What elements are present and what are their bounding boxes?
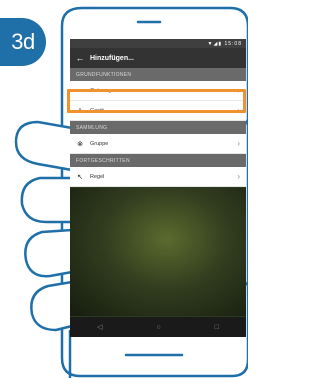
home-circle-icon[interactable]: ○ xyxy=(156,324,160,331)
finger-4 xyxy=(30,280,73,332)
finger-1 xyxy=(14,120,73,172)
step-badge: 3d xyxy=(0,18,46,66)
status-bar: ▼◢▮ 15:08 xyxy=(70,39,246,48)
finger-2 xyxy=(20,176,72,224)
highlight-gateway xyxy=(67,89,246,113)
section-header-basic: GRUNDFUNKTIONEN xyxy=(70,68,246,81)
list-item-label: Regel xyxy=(90,173,105,180)
background-image xyxy=(70,188,246,316)
back-triangle-icon[interactable]: ◁ xyxy=(97,323,102,331)
group-icon: ⊗ xyxy=(77,140,83,148)
list-item-group[interactable]: ⊗ Gruppe › xyxy=(70,134,246,154)
arrow-left-icon[interactable]: ← xyxy=(70,53,90,63)
section-header-advanced: FORTGESCHRITTEN xyxy=(70,154,246,167)
toolbar-title: Hinzufügen... xyxy=(90,54,134,62)
status-icons: ▼◢▮ 15:08 xyxy=(207,40,242,47)
phone-screen: ▼◢▮ 15:08 ← Hinzufügen... GRUNDFUNKTIONE… xyxy=(70,39,246,337)
list-item-rule[interactable]: ↖ Regel › xyxy=(70,167,246,187)
android-nav-bar: ◁ ○ □ xyxy=(70,317,246,337)
section-header-collection: SAMMLUNG xyxy=(70,121,246,134)
app-toolbar: ← Hinzufügen... xyxy=(70,48,246,68)
chevron-right-icon: › xyxy=(237,139,240,148)
list-item-label: Gruppe xyxy=(90,140,109,147)
rule-icon: ↖ xyxy=(77,173,83,181)
chevron-right-icon: › xyxy=(237,172,240,181)
finger-3 xyxy=(24,228,73,278)
recents-square-icon[interactable]: □ xyxy=(215,324,219,331)
